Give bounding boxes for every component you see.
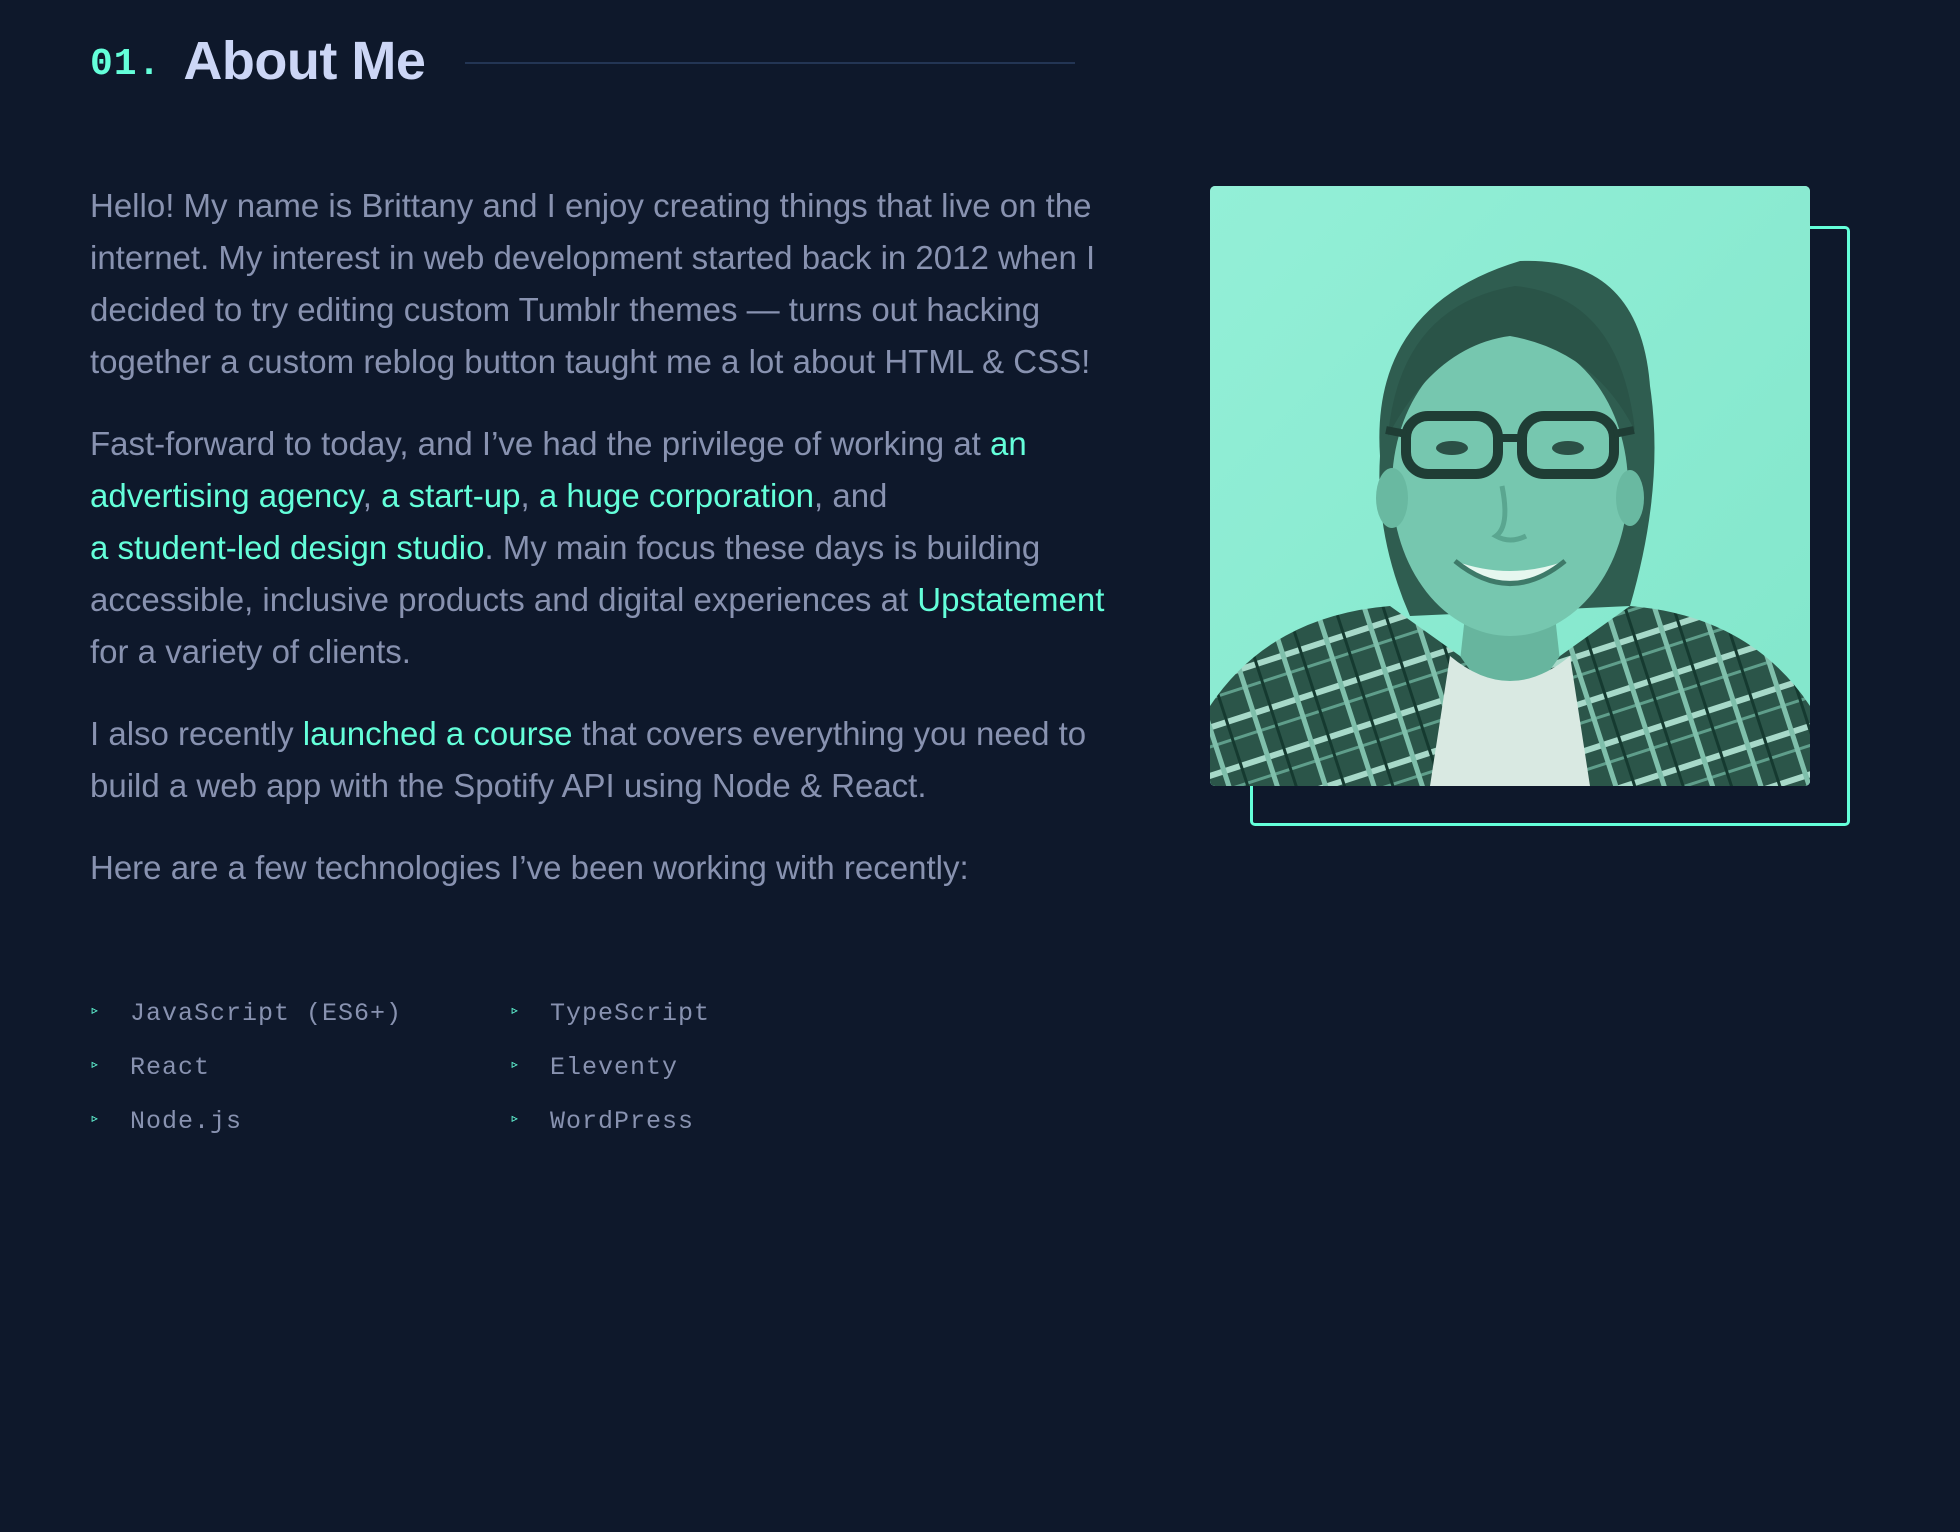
about-paragraph-course: I also recently launched a course that c… (90, 708, 1120, 812)
skill-label: Node.js (130, 1106, 243, 1136)
portrait-illustration (1210, 186, 1810, 786)
section-heading: 01. About Me (90, 28, 1075, 94)
skill-label: JavaScript (ES6+) (130, 998, 403, 1028)
work-outro-text: for a variety of clients. (90, 633, 411, 670)
skill-item: ▹ Node.js (90, 1104, 510, 1138)
skill-label: WordPress (550, 1106, 695, 1136)
triangle-right-icon: ▹ (510, 1002, 521, 1020)
skill-item: ▹ React (90, 1050, 510, 1084)
work-intro-text: Fast-forward to today, and I’ve had the … (90, 425, 991, 462)
separator-2: , (520, 477, 539, 514)
triangle-right-icon: ▹ (510, 1056, 521, 1074)
skill-item: ▹ JavaScript (ES6+) (90, 996, 510, 1030)
skill-label: TypeScript (550, 998, 711, 1028)
link-upstatement[interactable]: Upstatement (917, 581, 1104, 618)
link-course[interactable]: launched a course (303, 715, 573, 752)
skill-label: React (130, 1052, 211, 1082)
separator-1: , (362, 477, 382, 514)
skills-list: ▹ JavaScript (ES6+) ▹ TypeScript ▹ React ▹ E… (90, 996, 930, 1138)
link-start-up[interactable]: a start-up (381, 477, 520, 514)
about-paragraph-work: Fast-forward to today, and I’ve had the … (90, 418, 1120, 678)
triangle-right-icon: ▹ (90, 1002, 101, 1020)
about-text: Hello! My name is Brittany and I enjoy c… (90, 180, 1120, 924)
section-number: 01. (90, 42, 162, 86)
section-title: About Me (183, 31, 426, 91)
skill-item: ▹ TypeScript (510, 996, 930, 1030)
about-paragraph-intro: Hello! My name is Brittany and I enjoy c… (90, 187, 1096, 380)
headshot-photo[interactable] (1210, 186, 1810, 786)
triangle-right-icon: ▹ (510, 1110, 521, 1128)
heading-divider (465, 62, 1075, 64)
about-paragraph-technologies: Here are a few technologies I’ve been wo… (90, 849, 969, 886)
triangle-right-icon: ▹ (90, 1056, 101, 1074)
link-huge-corporation[interactable]: a huge corporation (539, 477, 814, 514)
skill-item: ▹ Eleventy (510, 1050, 930, 1084)
skill-item: ▹ WordPress (510, 1104, 930, 1138)
skill-label: Eleventy (550, 1052, 679, 1082)
triangle-right-icon: ▹ (90, 1110, 101, 1128)
course-intro-text: I also recently (90, 715, 303, 752)
separator-3: , and (814, 477, 888, 514)
link-design-studio[interactable]: a student-led design studio (90, 529, 484, 566)
headshot-wrapper[interactable] (1210, 186, 1850, 826)
